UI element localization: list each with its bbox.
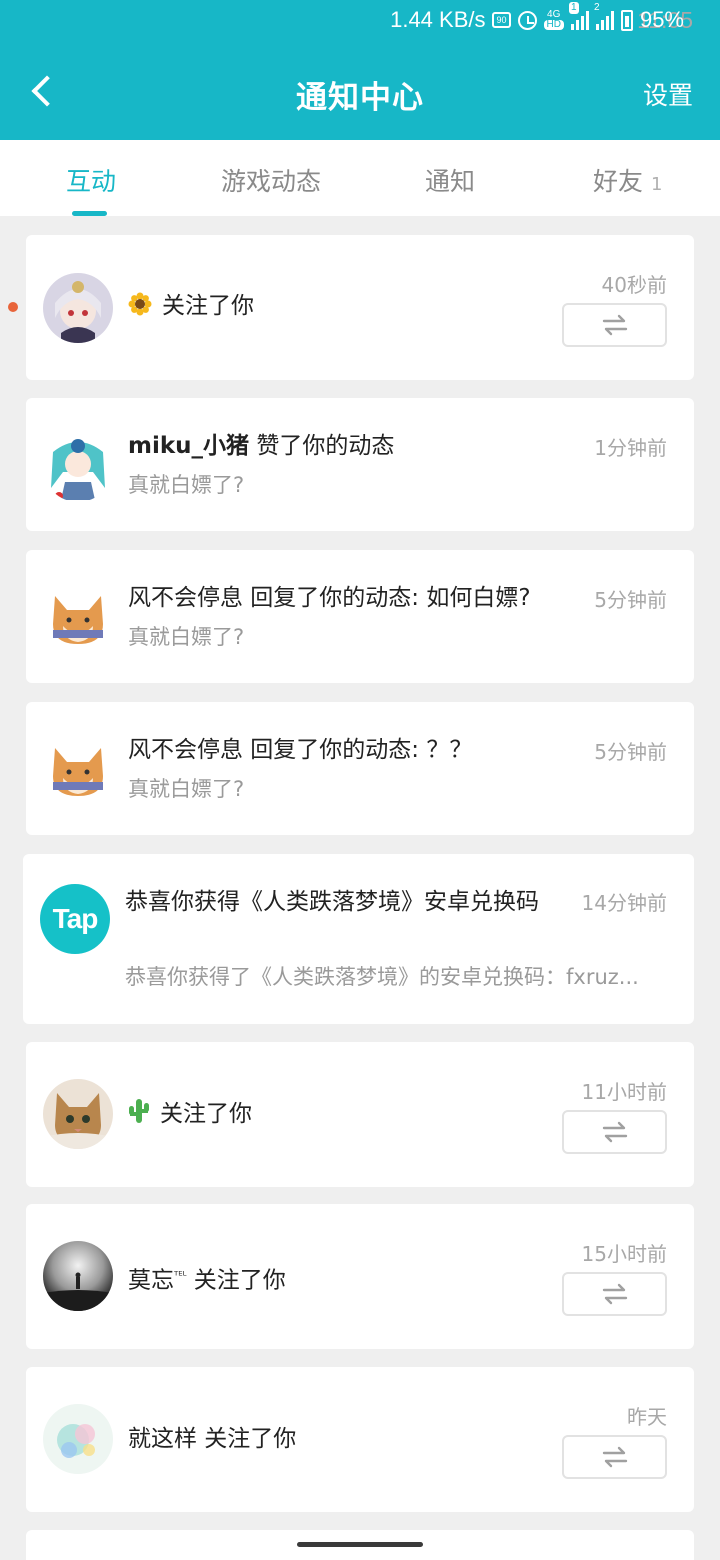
notification-text: 就这样 关注了你	[128, 1421, 296, 1457]
notification-time: 40秒前	[601, 273, 667, 297]
notification-time: 5分钟前	[594, 588, 667, 612]
notification-text: 风不会停息 回复了你的动态: 如何白嫖?	[128, 585, 531, 611]
tab-friends-label: 好友	[593, 167, 644, 196]
notification-card[interactable]: 风不会停息 回复了你的动态: 如何白嫖? 真就白嫖了? 5分钟前	[26, 550, 694, 683]
sim2-label: 2	[593, 2, 600, 13]
tab-friends-count: 1	[651, 174, 663, 195]
cat-avatar[interactable]	[43, 1079, 113, 1149]
follow-back-button[interactable]	[562, 1272, 667, 1316]
status-right: 1.44 KB/s 90 4G HD 1 2 95%	[390, 2, 684, 33]
follow-back-button[interactable]	[562, 1435, 667, 1479]
notification-time: 15小时前	[581, 1242, 667, 1266]
notification-text: 莫忘ᵀᴱᴸ 关注了你	[128, 1258, 286, 1299]
notification-user[interactable]: miku_小猪	[128, 433, 249, 459]
shiba-avatar[interactable]	[43, 584, 113, 654]
notification-user[interactable]: 就这样	[128, 1426, 197, 1452]
notification-text: 风不会停息 回复了你的动态: ？？	[128, 737, 473, 763]
battery-icon	[620, 9, 633, 31]
data-saver-icon: 90	[492, 12, 511, 28]
alarm-icon	[517, 10, 537, 30]
notification-text: 恭喜你获得《人类跌落梦境》安卓兑换码	[125, 889, 539, 915]
foggy-person-avatar[interactable]	[43, 1241, 113, 1311]
signal-icon: 1	[568, 2, 589, 30]
notification-card[interactable]: Tap 恭喜你获得《人类跌落梦境》安卓兑换码 恭喜你获得了《人类跌落梦境》的安卓…	[23, 854, 694, 1024]
notification-action: 关注了你	[160, 1101, 252, 1127]
anime-girl-avatar[interactable]	[43, 273, 113, 343]
cactus-icon	[128, 1098, 150, 1135]
notification-subtext: 恭喜你获得了《人类跌落梦境》的安卓兑换码：fxruz...	[125, 965, 639, 989]
notification-subtext: 真就白嫖了?	[128, 473, 245, 497]
notification-action: 关注了你	[186, 1267, 286, 1294]
unread-dot	[8, 302, 18, 312]
tab-bar: 互动 游戏动态 通知 好友 1	[0, 140, 720, 216]
mutual-follow-icon	[602, 1446, 628, 1468]
tab-notices[interactable]: 通知	[425, 162, 475, 198]
notification-user[interactable]: 莫忘	[128, 1268, 174, 1294]
notification-action: 赞了你的动态	[249, 433, 395, 459]
notification-card[interactable]: 关注了你 40秒前	[26, 235, 694, 380]
notification-card[interactable]: 风不会停息 回复了你的动态: ？？ 真就白嫖了? 5分钟前	[26, 702, 694, 835]
battery-level: 95%	[639, 7, 684, 32]
home-indicator[interactable]	[297, 1542, 423, 1547]
miku-avatar[interactable]	[43, 432, 113, 502]
notification-subtext: 真就白嫖了?	[128, 777, 245, 801]
tab-interaction[interactable]: 互动	[66, 162, 116, 198]
tap-logo[interactable]: Tap	[40, 884, 110, 954]
active-tab-indicator	[72, 211, 107, 216]
tab-game-updates[interactable]: 游戏动态	[221, 162, 321, 198]
notification-card[interactable]: miku_小猪 赞了你的动态 真就白嫖了? 1分钟前	[26, 398, 694, 531]
app-header: 11:05 1.44 KB/s 90 4G HD 1 2 95% 通知中心 设置	[0, 0, 720, 140]
watercolor-avatar[interactable]	[43, 1404, 113, 1474]
notification-text: 关注了你	[128, 288, 254, 327]
signal-2-icon: 2	[594, 2, 614, 30]
mutual-follow-icon	[602, 314, 628, 336]
notification-text: 关注了你	[128, 1096, 252, 1135]
notification-card[interactable]: 关注了你 11小时前	[26, 1042, 694, 1187]
network-speed: 1.44 KB/s	[390, 7, 486, 32]
notification-text: miku_小猪 赞了你的动态	[128, 428, 394, 464]
shiba-avatar[interactable]	[43, 736, 113, 806]
sim1-label: 1	[568, 2, 579, 14]
notification-time: 11小时前	[581, 1080, 667, 1104]
follow-back-button[interactable]	[562, 303, 667, 347]
notification-time: 5分钟前	[594, 740, 667, 764]
tab-friends[interactable]: 好友 1	[593, 162, 662, 198]
mutual-follow-icon	[602, 1121, 628, 1143]
notification-time: 昨天	[627, 1405, 667, 1429]
tab-interaction-label: 互动	[66, 167, 117, 196]
user-suffix: ᵀᴱᴸ	[174, 1269, 187, 1282]
tab-game-updates-label: 游戏动态	[221, 167, 322, 196]
notification-action: 关注了你	[162, 293, 254, 319]
notification-action: 关注了你	[197, 1426, 297, 1452]
settings-button[interactable]: 设置	[643, 76, 693, 112]
status-bar: 11:05 1.44 KB/s 90 4G HD 1 2 95%	[0, 0, 720, 40]
page-title: 通知中心	[296, 80, 424, 116]
mutual-follow-icon	[602, 1283, 628, 1305]
tab-notices-label: 通知	[425, 167, 476, 196]
follow-back-button[interactable]	[562, 1110, 667, 1154]
notification-subtext: 真就白嫖了?	[128, 625, 245, 649]
tap-logo-text: Tap	[52, 903, 99, 934]
notification-time: 14分钟前	[581, 891, 667, 915]
hd-label: HD	[543, 20, 564, 30]
notification-time: 1分钟前	[594, 436, 667, 460]
4g-hd-icon: 4G HD	[543, 10, 564, 30]
notification-card[interactable]: 莫忘ᵀᴱᴸ 关注了你 15小时前	[26, 1204, 694, 1349]
notification-card[interactable]: 就这样 关注了你 昨天	[26, 1367, 694, 1512]
sunflower-icon	[128, 291, 152, 327]
